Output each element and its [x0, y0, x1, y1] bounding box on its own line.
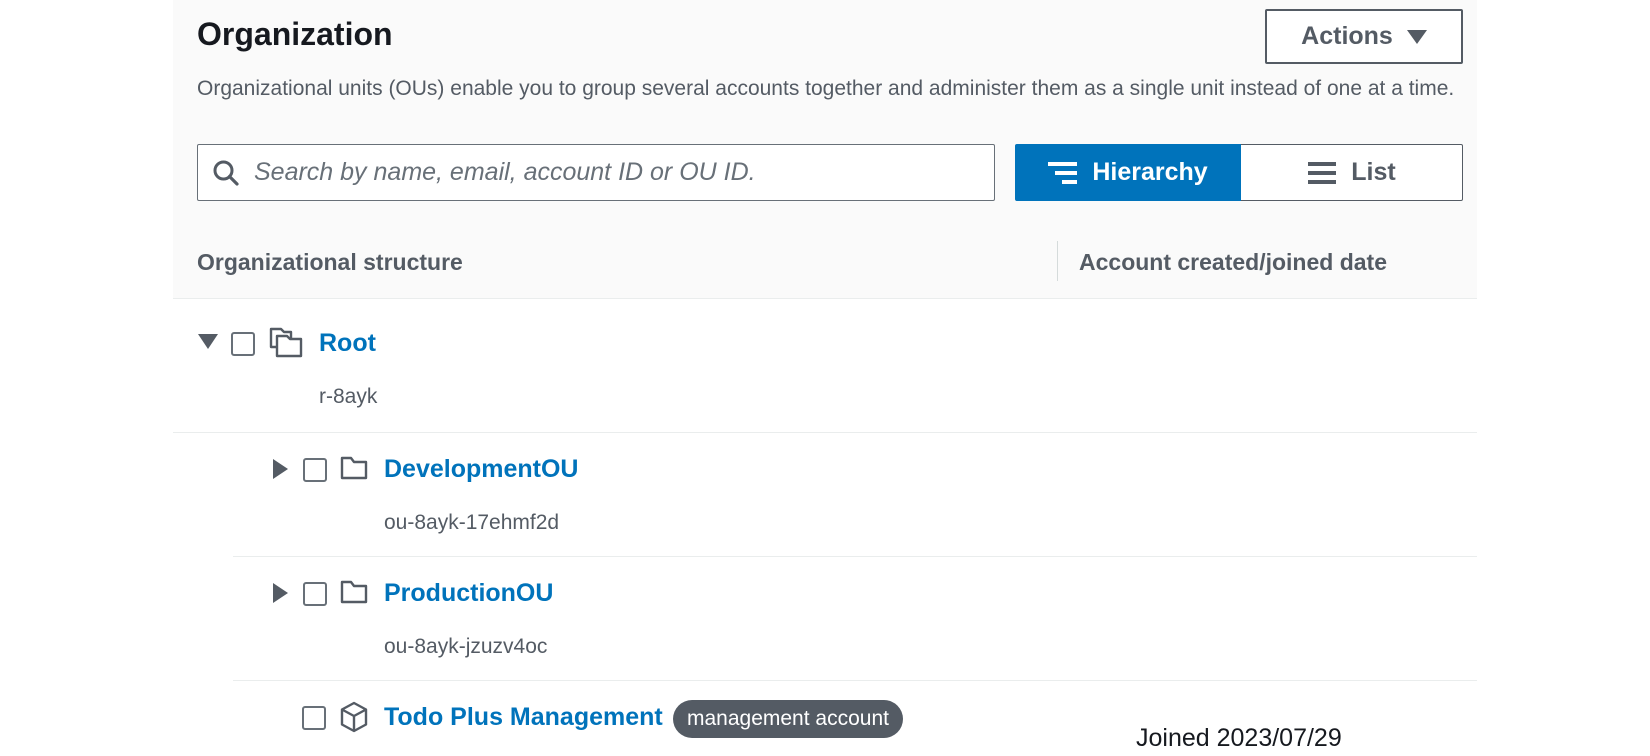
- folder-icon: [340, 580, 368, 604]
- row-checkbox[interactable]: [303, 458, 327, 482]
- row-checkbox[interactable]: [231, 332, 255, 356]
- folder-icon: [340, 456, 368, 480]
- root-icon: [269, 327, 303, 358]
- page-title: Organization: [197, 16, 393, 52]
- column-header-joined-date[interactable]: Account created/joined date: [1079, 249, 1387, 276]
- organization-panel: Organization Actions Organizational unit…: [173, 0, 1477, 756]
- actions-button[interactable]: Actions: [1265, 9, 1463, 64]
- hierarchy-icon: [1048, 161, 1078, 184]
- row-checkbox[interactable]: [303, 582, 327, 606]
- ou-id: ou-8ayk-jzuzv4oc: [384, 635, 548, 658]
- search-input[interactable]: [252, 157, 994, 188]
- organization-description: Organizational units (OUs) enable you to…: [197, 77, 1455, 100]
- view-toggle: Hierarchy List: [1015, 144, 1463, 201]
- joined-date: Joined 2023/07/29: [1136, 724, 1342, 752]
- list-view-button[interactable]: List: [1241, 144, 1463, 201]
- account-link[interactable]: Todo Plus Management: [384, 703, 663, 732]
- hierarchy-label: Hierarchy: [1092, 158, 1208, 186]
- organization-header: Organization Actions Organizational unit…: [173, 0, 1477, 224]
- table-header: Organizational structure Account created…: [173, 223, 1477, 299]
- tree-row-ou: DevelopmentOU ou-8ayk-17ehmf2d: [173, 433, 1477, 557]
- ou-link[interactable]: ProductionOU: [384, 579, 553, 608]
- search-icon: [213, 160, 239, 186]
- column-divider: [1057, 241, 1058, 281]
- ou-link[interactable]: DevelopmentOU: [384, 455, 578, 484]
- list-label: List: [1351, 158, 1396, 186]
- root-link[interactable]: Root: [319, 329, 376, 358]
- tree-row-account: Todo Plus Management management account …: [173, 681, 1477, 756]
- search-box: [197, 144, 995, 201]
- ou-id: ou-8ayk-17ehmf2d: [384, 511, 560, 534]
- tree-row-root: Root r-8ayk: [173, 299, 1477, 432]
- management-account-badge: management account: [673, 700, 903, 738]
- actions-label: Actions: [1301, 22, 1393, 50]
- collapse-caret-icon[interactable]: [198, 334, 218, 349]
- root-id: r-8ayk: [319, 385, 378, 408]
- row-checkbox[interactable]: [302, 706, 326, 730]
- tree-row-ou: ProductionOU ou-8ayk-jzuzv4oc: [173, 557, 1477, 681]
- list-icon: [1308, 161, 1337, 184]
- hierarchy-view-button[interactable]: Hierarchy: [1015, 144, 1241, 201]
- column-header-structure[interactable]: Organizational structure: [197, 249, 463, 276]
- caret-down-icon: [1406, 29, 1427, 44]
- account-cube-icon: [340, 701, 368, 733]
- expand-caret-icon[interactable]: [273, 583, 288, 603]
- expand-caret-icon[interactable]: [273, 459, 288, 479]
